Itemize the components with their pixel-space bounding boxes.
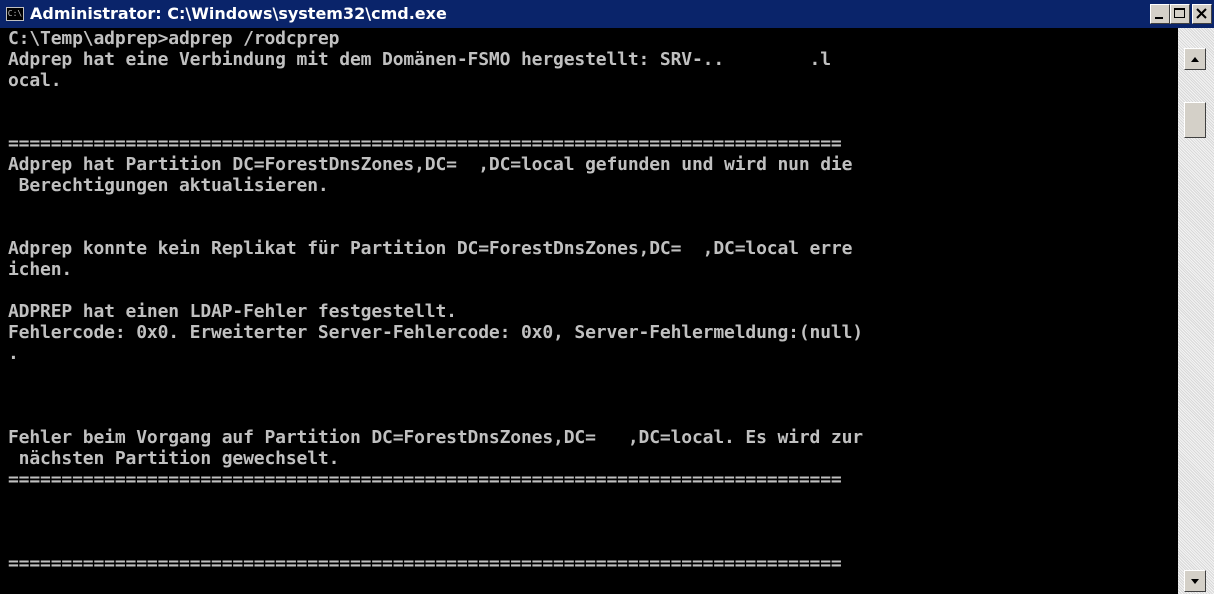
arrow-up-icon — [1191, 57, 1199, 62]
scroll-thumb[interactable] — [1184, 102, 1206, 138]
cmd-window: C:\ Administrator: C:\Windows\system32\c… — [0, 0, 1214, 594]
console-output[interactable]: C:\Temp\adprep>adprep /rodcprep Adprep h… — [0, 28, 1178, 594]
close-icon — [1196, 8, 1207, 19]
window-title: Administrator: C:\Windows\system32\cmd.e… — [30, 4, 447, 23]
console-line: Adprep hat eine Verbindung mit dem Domän… — [8, 49, 831, 70]
console-line: nächsten Partition gewechselt. — [8, 448, 340, 469]
scroll-up-button[interactable] — [1184, 48, 1206, 70]
minimize-icon — [1155, 17, 1163, 19]
console-line: ADPREP hat einen LDAP-Fehler festgestell… — [8, 301, 457, 322]
minimize-button[interactable] — [1150, 4, 1170, 24]
title-bar[interactable]: C:\ Administrator: C:\Windows\system32\c… — [0, 0, 1214, 28]
console-text: C:\Temp\adprep>adprep /rodcprep Adprep h… — [0, 28, 1178, 574]
maximize-button[interactable] — [1170, 4, 1190, 24]
maximize-icon — [1174, 8, 1185, 18]
console-icon[interactable]: C:\ — [6, 7, 24, 21]
console-line: ========================================… — [8, 133, 842, 154]
close-button[interactable] — [1192, 4, 1212, 24]
console-line: Fehlercode: 0x0. Erweiterter Server-Fehl… — [8, 322, 863, 343]
console-line: Berechtigungen aktualisieren. — [8, 175, 329, 196]
console-line: Adprep konnte kein Replikat für Partitio… — [8, 238, 853, 259]
console-line: ocal. — [8, 70, 62, 91]
console-line: ========================================… — [8, 553, 842, 574]
console-line: ========================================… — [8, 469, 842, 490]
console-line: C:\Temp\adprep>adprep /rodcprep — [8, 28, 340, 49]
console-line: . — [8, 343, 19, 364]
console-line: Adprep hat Partition DC=ForestDnsZones,D… — [8, 154, 853, 175]
scroll-down-button[interactable] — [1184, 570, 1206, 592]
console-line: Fehler beim Vorgang auf Partition DC=For… — [8, 427, 863, 448]
arrow-down-icon — [1191, 579, 1199, 584]
console-line: ichen. — [8, 259, 73, 280]
vertical-scrollbar[interactable] — [1178, 28, 1214, 594]
